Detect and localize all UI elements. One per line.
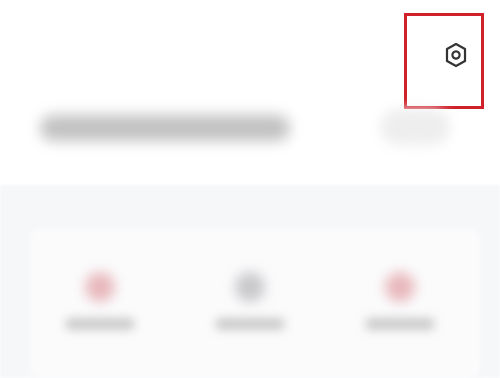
shortcut-2-label — [215, 318, 285, 330]
app-screen — [0, 0, 500, 378]
shortcut-item-3[interactable] — [355, 262, 445, 342]
shortcut-item-2[interactable] — [205, 262, 295, 342]
shortcut-3-label — [365, 318, 435, 330]
shortcut-1-label — [65, 318, 135, 330]
blurred-side-button[interactable] — [380, 109, 450, 145]
shortcut-item-1[interactable] — [55, 262, 145, 342]
blurred-title — [40, 115, 290, 141]
shortcut-2-icon — [235, 272, 265, 302]
header-row — [0, 95, 500, 165]
shortcut-3-icon — [385, 272, 415, 302]
shortcut-1-icon — [85, 272, 115, 302]
